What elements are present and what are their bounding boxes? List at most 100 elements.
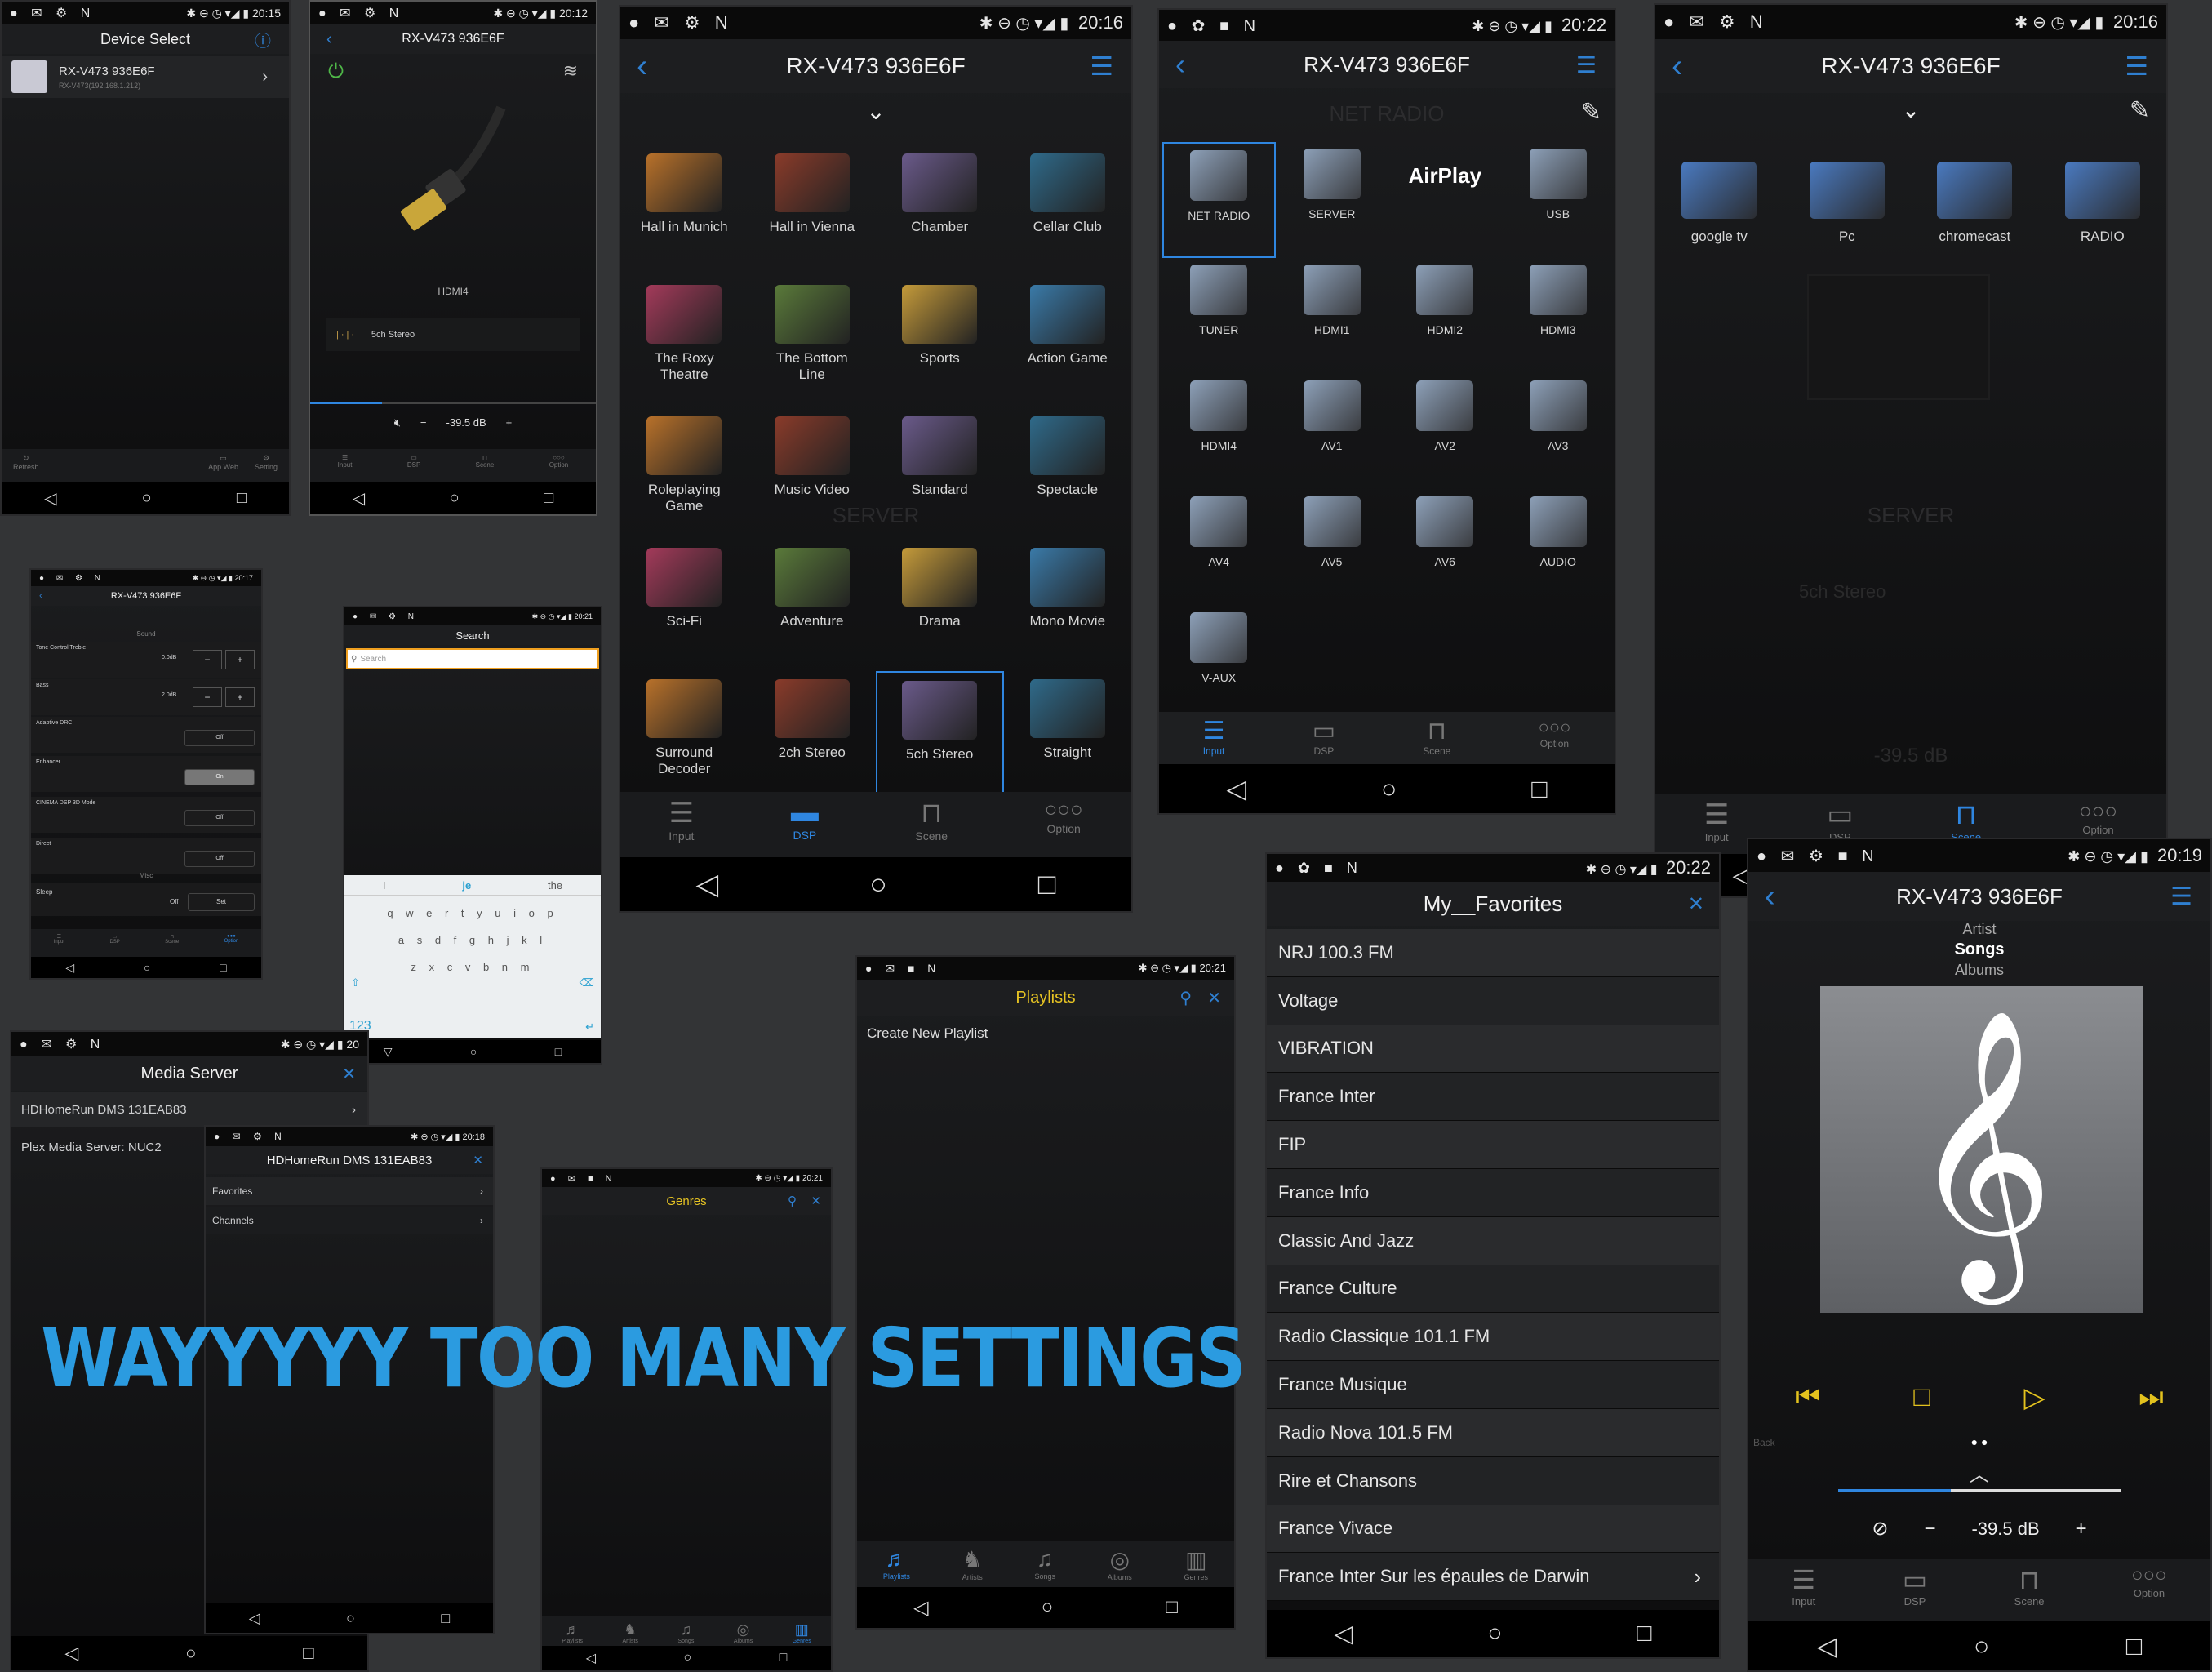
dsp-program-item[interactable]: Hall in Vienna: [748, 145, 877, 277]
dsp-program-item[interactable]: The Bottom Line: [748, 277, 877, 408]
decrease-button[interactable]: −: [193, 687, 222, 707]
volume-up-button[interactable]: +: [506, 416, 513, 429]
tab-input[interactable]: ☰ Input: [1203, 717, 1225, 757]
edit-pencil-icon[interactable]: ✎: [2130, 96, 2150, 125]
recents-nav-icon[interactable]: □: [1166, 1596, 1178, 1619]
close-icon[interactable]: ✕: [811, 1194, 821, 1208]
search-icon[interactable]: ⚲: [1179, 988, 1192, 1008]
suggestion-item[interactable]: je: [462, 879, 471, 892]
favorite-item[interactable]: France Musique: [1267, 1361, 1719, 1409]
tab-dsp[interactable]: ▭DSP: [1827, 798, 1853, 843]
recents-nav-icon[interactable]: □: [237, 489, 247, 508]
dsp-program-item[interactable]: Adventure: [748, 540, 877, 671]
shift-icon[interactable]: ⇧: [351, 976, 360, 989]
menu-icon[interactable]: ☰: [1090, 51, 1113, 82]
home-nav-icon[interactable]: ○: [1974, 1631, 1989, 1661]
browse-artist[interactable]: Artist: [1748, 921, 2210, 938]
recents-nav-icon[interactable]: □: [544, 489, 553, 508]
home-nav-icon[interactable]: ○: [1042, 1596, 1054, 1619]
tab-input[interactable]: ☰ Input: [1792, 1564, 1815, 1608]
tab-artists[interactable]: ♞ Artists: [962, 1546, 983, 1581]
volume-slider[interactable]: [1838, 1489, 2121, 1492]
key-row-2[interactable]: a s d f g h j k l: [344, 934, 601, 946]
back-nav-icon[interactable]: ◁: [249, 1610, 260, 1627]
tab-input[interactable]: ☰ Input: [668, 797, 694, 843]
tab-scene[interactable]: ⊓Scene: [476, 454, 495, 469]
tab-genres[interactable]: ▥ Genres: [793, 1621, 811, 1644]
setting-value[interactable]: Off: [184, 810, 255, 826]
search-input[interactable]: ⚲ Search: [346, 648, 599, 669]
browse-albums[interactable]: Albums: [1748, 962, 2210, 979]
volume-down-button[interactable]: −: [420, 416, 427, 429]
input-item[interactable]: AV5: [1276, 490, 1389, 606]
dsp-program-item[interactable]: Roleplaying Game: [620, 408, 748, 540]
tab-dsp[interactable]: ▭DSP: [407, 454, 420, 469]
dsp-program-item[interactable]: Straight: [1004, 671, 1132, 803]
dsp-program-item[interactable]: Hall in Munich: [620, 145, 748, 277]
recents-nav-icon[interactable]: □: [1038, 867, 1056, 901]
input-item[interactable]: HDMI3: [1502, 258, 1615, 374]
home-nav-icon[interactable]: ○: [450, 489, 460, 508]
recents-nav-icon[interactable]: □: [441, 1610, 450, 1627]
volume-slider[interactable]: [310, 402, 596, 404]
home-nav-icon[interactable]: ○: [683, 1651, 691, 1665]
home-nav-icon[interactable]: ○: [144, 961, 150, 974]
home-nav-icon[interactable]: ○: [1487, 1620, 1502, 1648]
scene-item[interactable]: chromecast: [1911, 162, 2039, 276]
input-item[interactable]: AV2: [1388, 374, 1502, 490]
back-arrow-icon[interactable]: ‹: [1672, 48, 1682, 85]
scene-item[interactable]: google tv: [1655, 162, 1783, 276]
dsp-program-item[interactable]: Spectacle: [1004, 408, 1132, 540]
setting-value[interactable]: 0.0dB: [162, 655, 176, 660]
power-icon[interactable]: ⏻: [328, 60, 344, 83]
close-icon[interactable]: ✕: [1207, 988, 1221, 1008]
dsp-program-item[interactable]: Sports: [876, 277, 1004, 408]
tab-songs[interactable]: ♫ Songs: [1035, 1546, 1056, 1581]
previous-icon[interactable]: ⏮: [1795, 1381, 1820, 1414]
close-icon[interactable]: ✕: [473, 1153, 483, 1167]
dsp-program-item[interactable]: 5ch Stereo: [876, 671, 1004, 803]
back-nav-icon[interactable]: ◁: [1334, 1620, 1353, 1648]
favorite-item[interactable]: France Info: [1267, 1168, 1719, 1217]
tab-input[interactable]: ☰ Input: [1704, 798, 1729, 843]
recents-nav-icon[interactable]: □: [2126, 1631, 2142, 1661]
back-nav-icon[interactable]: ◁: [695, 867, 718, 901]
tab-dsp[interactable]: ▭DSP: [109, 934, 119, 945]
input-item[interactable]: AUDIO: [1502, 490, 1615, 606]
dsp-program-item[interactable]: Drama: [876, 540, 1004, 671]
home-nav-icon[interactable]: ○: [470, 1045, 477, 1058]
dsp-program-item[interactable]: Action Game: [1004, 277, 1132, 408]
input-item[interactable]: HDMI2: [1388, 258, 1502, 374]
refresh-button[interactable]: ↻ Refresh: [13, 454, 39, 471]
back-nav-icon[interactable]: ◁: [913, 1596, 928, 1620]
favorite-item[interactable]: France Vivace: [1267, 1505, 1719, 1554]
dsp-program-item[interactable]: Standard: [876, 408, 1004, 540]
enter-icon[interactable]: ↵: [585, 1021, 594, 1034]
decrease-button[interactable]: −: [193, 650, 222, 669]
keyboard[interactable]: Ije the q w e r t y u i o p a s d f g h j…: [344, 875, 601, 1038]
scene-item[interactable]: RADIO: [2039, 162, 2167, 276]
key-row-3[interactable]: z x c v b n m: [344, 961, 601, 973]
home-nav-icon[interactable]: ○: [346, 1610, 355, 1627]
back-nav-icon[interactable]: ◁: [44, 488, 56, 509]
dsp-program-item[interactable]: Surround Decoder: [620, 671, 748, 803]
key-row-1[interactable]: q w e r t y u i o p: [344, 907, 601, 919]
tab-songs[interactable]: ♫ Songs: [677, 1621, 694, 1644]
input-item[interactable]: USB: [1502, 142, 1615, 258]
dsp-program-item[interactable]: Mono Movie: [1004, 540, 1132, 671]
setting-value[interactable]: On: [184, 769, 255, 785]
increase-button[interactable]: +: [225, 650, 255, 669]
mute-icon[interactable]: ⊘: [1872, 1517, 1888, 1541]
info-icon[interactable]: ⓘ: [255, 28, 271, 51]
favorite-item[interactable]: Classic And Jazz: [1267, 1216, 1719, 1265]
volume-up-button[interactable]: +: [2076, 1518, 2087, 1541]
input-item[interactable]: HDMI4: [1162, 374, 1276, 490]
favorite-item[interactable]: France Inter: [1267, 1073, 1719, 1122]
suggestion-item[interactable]: the: [548, 879, 562, 892]
increase-button[interactable]: +: [225, 687, 255, 707]
back-nav-icon[interactable]: ▽: [384, 1045, 393, 1059]
chevron-down-icon[interactable]: ⌄: [1655, 96, 2166, 123]
recents-nav-icon[interactable]: □: [555, 1045, 562, 1058]
sleep-set-button[interactable]: Set: [188, 893, 255, 911]
favorite-item[interactable]: NRJ 100.3 FM: [1267, 929, 1719, 977]
